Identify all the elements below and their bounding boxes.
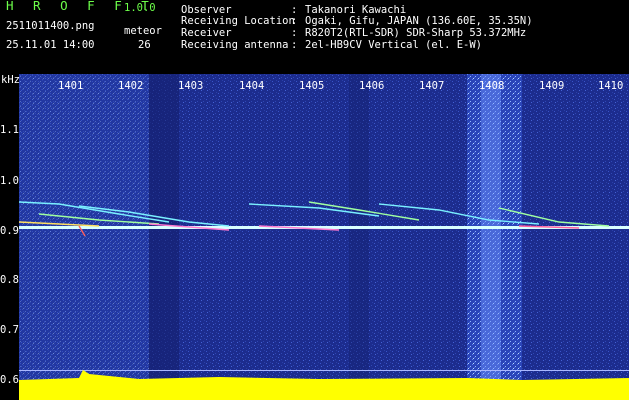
antenna-label: Receiving antenna xyxy=(181,39,289,51)
dark-band xyxy=(149,74,179,400)
time-label: 1405 xyxy=(299,80,325,92)
location-label: Receiving Location xyxy=(181,15,295,27)
frequency-label: 0.8 xyxy=(0,274,19,286)
meteor-label: meteor xyxy=(124,25,162,37)
time-label: 1410 xyxy=(598,80,624,92)
antenna-value: 2el-HB9CV Vertical (el. E-W) xyxy=(305,39,483,51)
dark-band xyxy=(349,74,369,400)
time-label: 1403 xyxy=(178,80,204,92)
spectrogram xyxy=(19,74,629,400)
receiver-label: Receiver xyxy=(181,27,232,39)
time-label: 1402 xyxy=(118,80,144,92)
time-label: 1408 xyxy=(479,80,505,92)
location-value: Ogaki, Gifu, JAPAN (136.60E, 35.35N) xyxy=(305,15,533,27)
interference-band-core xyxy=(481,74,501,390)
frequency-label: 0.7 xyxy=(0,324,19,336)
time-label: 1404 xyxy=(239,80,265,92)
file-name: 2511011400.png xyxy=(6,20,95,32)
app-version: 1.0.0 xyxy=(124,2,156,14)
antenna-colon: : xyxy=(291,39,298,51)
receiver-colon: : xyxy=(291,27,298,39)
frequency-label: 0.9 xyxy=(0,225,19,237)
meteor-count: 26 xyxy=(138,39,151,51)
date-time: 25.11.01 14:00 xyxy=(6,39,95,51)
noise-band-left xyxy=(19,74,149,400)
spectrogram-canvas xyxy=(19,74,629,400)
receiver-value: R820T2(RTL-SDR) SDR-Sharp 53.372MHz xyxy=(305,27,527,39)
frequency-label: 1.1 xyxy=(0,124,19,136)
time-label: 1406 xyxy=(359,80,385,92)
frequency-label: 1.0 xyxy=(0,175,19,187)
location-colon: : xyxy=(291,15,298,27)
frequency-unit-label: kHz xyxy=(1,74,20,86)
time-label: 1409 xyxy=(539,80,565,92)
frequency-label: 0.6 xyxy=(0,374,19,386)
time-label: 1401 xyxy=(58,80,84,92)
baseline-line xyxy=(19,370,629,371)
time-label: 1407 xyxy=(419,80,445,92)
